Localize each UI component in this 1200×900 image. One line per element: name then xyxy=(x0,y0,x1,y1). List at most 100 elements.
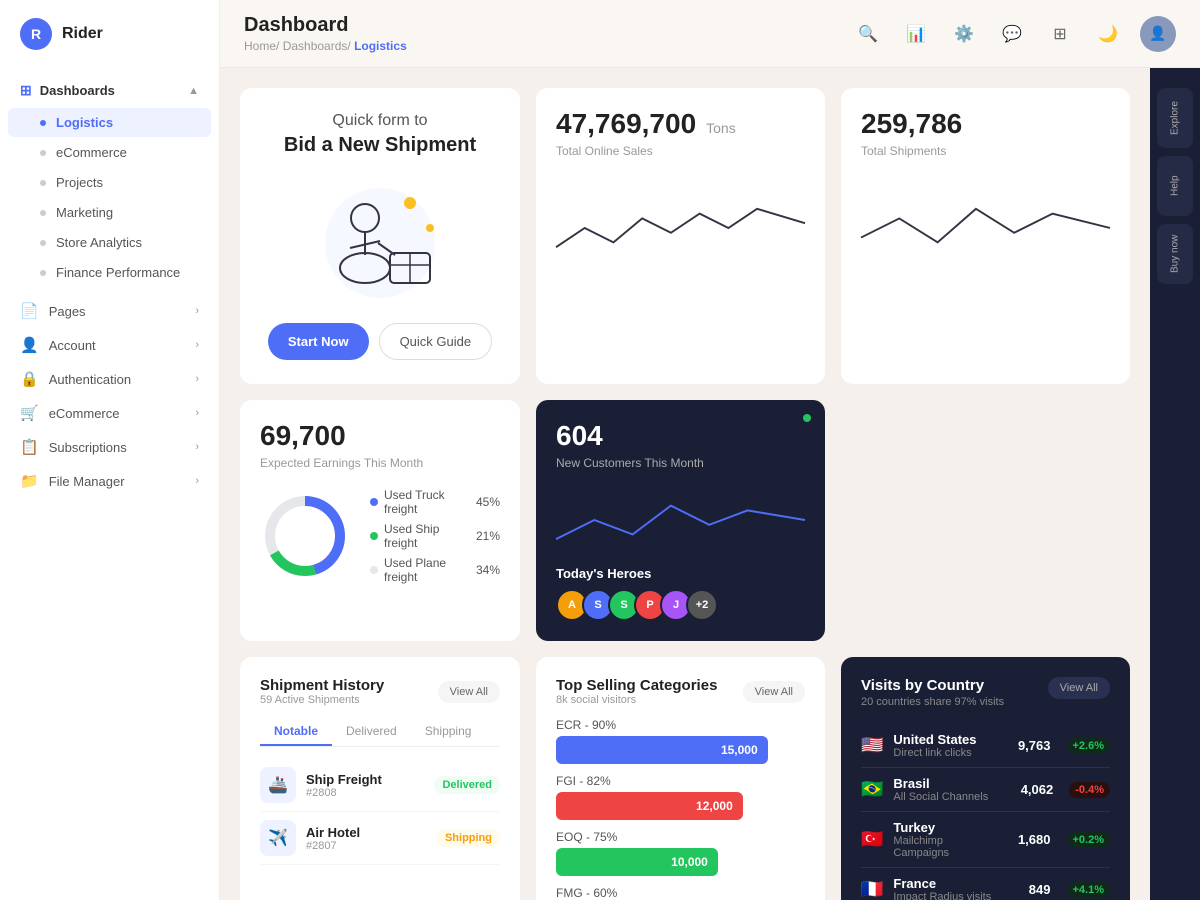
categories-view-all-button[interactable]: View All xyxy=(743,681,805,703)
bar-label-3: FMG - 60% xyxy=(556,886,805,900)
chevron-right-icon: › xyxy=(195,373,199,385)
bar-label-0: ECR - 90% xyxy=(556,718,805,732)
avatar[interactable]: 👤 xyxy=(1140,16,1176,52)
sidebar-item-pages[interactable]: 📄 Pages › xyxy=(0,294,219,328)
countries-subtitle: 20 countries share 97% visits xyxy=(861,696,1004,708)
hero-illustration xyxy=(300,183,460,303)
flag-us: 🇺🇸 xyxy=(861,735,883,756)
chevron-down-icon: ▲ xyxy=(188,85,199,97)
sidebar-item-file-manager[interactable]: 📁 File Manager › xyxy=(0,464,219,498)
ship-status-0: Delivered xyxy=(434,776,500,794)
ecommerce-icon: 🛒 xyxy=(20,404,39,422)
sidebar-item-finance-performance[interactable]: Finance Performance xyxy=(8,258,211,287)
sidebar-item-ecommerce[interactable]: eCommerce xyxy=(8,138,211,167)
chevron-right-icon: › xyxy=(195,475,199,487)
flag-br: 🇧🇷 xyxy=(861,779,883,800)
theme-icon[interactable]: 🌙 xyxy=(1092,18,1124,50)
file-manager-icon: 📁 xyxy=(20,472,39,490)
countries-list: 🇺🇸 United States Direct link clicks 9,76… xyxy=(861,724,1110,900)
countries-view-all-button[interactable]: View All xyxy=(1048,677,1110,699)
hero-card: Quick form to Bid a New Shipment xyxy=(240,88,520,384)
total-sales-number: 47,769,700 xyxy=(556,108,696,140)
bottom-row: Shipment History 59 Active Shipments Vie… xyxy=(240,657,1130,900)
country-item-3: 🇫🇷 France Impact Radius visits 849 +4.1% xyxy=(861,868,1110,900)
sidebar-item-marketing[interactable]: Marketing xyxy=(8,198,211,227)
categories-subtitle: 8k social visitors xyxy=(556,694,717,706)
tab-shipping[interactable]: Shipping xyxy=(411,718,486,746)
legend-item-truck: Used Truck freight 45% xyxy=(370,488,500,516)
search-icon[interactable]: 🔍 xyxy=(852,18,884,50)
page-title: Dashboard xyxy=(244,14,407,37)
country-source-1: All Social Channels xyxy=(893,791,1003,803)
sidebar-group-dashboards[interactable]: ⊞ Dashboards ▲ xyxy=(0,74,219,107)
country-source-0: Direct link clicks xyxy=(893,747,1000,759)
bar-label-2: EOQ - 75% xyxy=(556,830,805,844)
legend-item-ship: Used Ship freight 21% xyxy=(370,522,500,550)
sidebar-item-account[interactable]: 👤 Account › xyxy=(0,328,219,362)
bar-val-0: 15,000 xyxy=(721,743,758,757)
earnings-number: 69,700 xyxy=(260,420,346,452)
ship-id-1: #2807 xyxy=(306,840,427,852)
total-shipments-card: 259,786 Total Shipments xyxy=(841,88,1130,384)
sidebar-item-ecommerce-top[interactable]: 🛒 eCommerce › xyxy=(0,396,219,430)
tab-delivered[interactable]: Delivered xyxy=(332,718,411,746)
status-dot xyxy=(803,414,811,422)
flag-tr: 🇹🇷 xyxy=(861,829,883,850)
chevron-right-icon: › xyxy=(195,441,199,453)
total-sales-label: Total Online Sales xyxy=(556,144,805,158)
country-visits-3: 849 xyxy=(1011,882,1051,897)
country-name-2: Turkey xyxy=(893,820,1000,835)
quick-guide-button[interactable]: Quick Guide xyxy=(379,323,493,360)
country-visits-1: 4,062 xyxy=(1013,782,1053,797)
sidebar-logo: R Rider xyxy=(0,0,219,68)
country-change-3: +4.1% xyxy=(1067,882,1111,898)
total-shipments-label: Total Shipments xyxy=(861,144,1110,158)
header-left: Dashboard Home/ Dashboards/ Logistics xyxy=(244,14,407,53)
messages-icon[interactable]: 💬 xyxy=(996,18,1028,50)
ship-icon: 🚢 xyxy=(260,767,296,803)
dashboards-icon: ⊞ xyxy=(20,82,32,99)
customers-number: 604 xyxy=(556,420,805,452)
chart-icon[interactable]: 📊 xyxy=(900,18,932,50)
countries-card: Visits by Country 20 countries share 97%… xyxy=(841,657,1130,900)
ship-status-1: Shipping xyxy=(437,829,500,847)
customers-mini-chart xyxy=(556,490,805,550)
sidebar-item-store-analytics[interactable]: Store Analytics xyxy=(8,228,211,257)
help-button[interactable]: Help xyxy=(1157,156,1193,216)
sidebar-item-projects[interactable]: Projects xyxy=(8,168,211,197)
start-now-button[interactable]: Start Now xyxy=(268,323,369,360)
settings-icon[interactable]: ⚙️ xyxy=(948,18,980,50)
bar-label-1: FGI - 82% xyxy=(556,774,805,788)
customers-card: 604 New Customers This Month Today's Her… xyxy=(536,400,825,641)
country-visits-2: 1,680 xyxy=(1011,832,1051,847)
shipment-history-card: Shipment History 59 Active Shipments Vie… xyxy=(240,657,520,900)
country-source-2: Mailchimp Campaigns xyxy=(893,835,1000,859)
countries-header: Visits by Country 20 countries share 97%… xyxy=(861,677,1110,708)
total-shipments-number: 259,786 xyxy=(861,108,962,140)
hero-subtitle: Bid a New Shipment xyxy=(284,134,476,157)
dot-icon xyxy=(40,180,46,186)
hero-title: Quick form to xyxy=(332,112,427,130)
explore-button[interactable]: Explore xyxy=(1157,88,1193,148)
legend-dot-ship xyxy=(370,532,378,540)
country-change-1: -0.4% xyxy=(1069,782,1110,798)
dot-icon xyxy=(40,210,46,216)
tab-notable[interactable]: Notable xyxy=(260,718,332,746)
grid-icon[interactable]: ⊞ xyxy=(1044,18,1076,50)
sidebar-item-subscriptions[interactable]: 📋 Subscriptions › xyxy=(0,430,219,464)
country-item-1: 🇧🇷 Brasil All Social Channels 4,062 -0.4… xyxy=(861,768,1110,812)
total-sales-unit: Tons xyxy=(706,120,736,136)
buy-now-button[interactable]: Buy now xyxy=(1157,224,1193,284)
bar-track-1: 12,000 xyxy=(556,792,743,820)
countries-title: Visits by Country xyxy=(861,677,1004,694)
donut-chart xyxy=(260,491,350,581)
bar-row-0: ECR - 90% 15,000 xyxy=(556,718,805,764)
country-visits-0: 9,763 xyxy=(1011,738,1051,753)
shipment-view-all-button[interactable]: View All xyxy=(438,681,500,703)
total-online-sales-card: 47,769,700 Tons Total Online Sales xyxy=(536,88,825,384)
bar-track-0: 15,000 xyxy=(556,736,768,764)
country-change-0: +2.6% xyxy=(1067,738,1111,754)
sidebar-item-authentication[interactable]: 🔒 Authentication › xyxy=(0,362,219,396)
sidebar-item-logistics[interactable]: Logistics xyxy=(8,108,211,137)
ship-name-1: Air Hotel xyxy=(306,825,427,840)
